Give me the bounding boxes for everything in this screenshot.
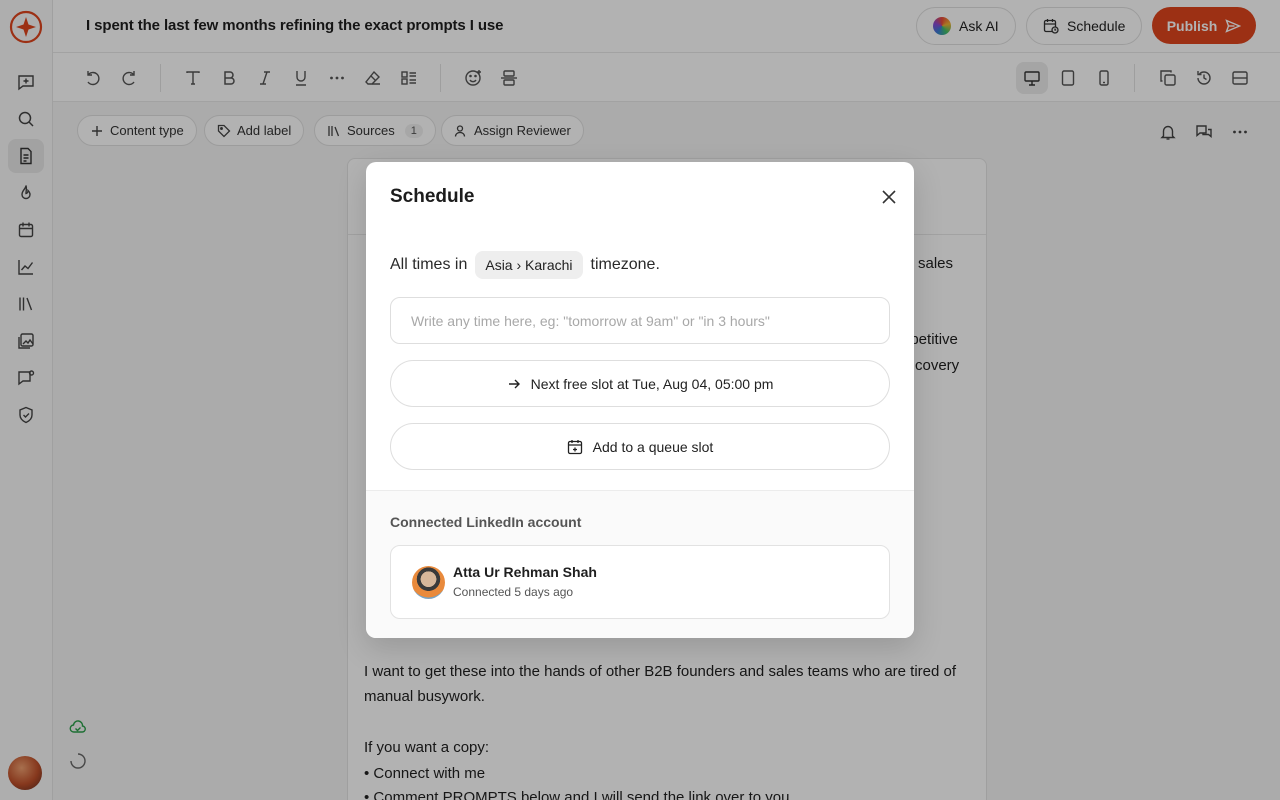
account-name: Atta Ur Rehman Shah xyxy=(453,564,597,580)
calendar-plus-icon xyxy=(567,439,582,454)
add-to-queue-button[interactable]: Add to a queue slot xyxy=(390,423,890,470)
connected-account-section: Connected LinkedIn account Atta Ur Rehma… xyxy=(366,490,914,638)
next-free-slot-button[interactable]: Next free slot at Tue, Aug 04, 05:00 pm xyxy=(390,360,890,407)
schedule-dialog: Schedule All times in Asia › Karachi tim… xyxy=(366,162,914,638)
close-icon[interactable] xyxy=(878,186,900,208)
account-status: Connected 5 days ago xyxy=(453,585,574,599)
timezone-suffix: timezone. xyxy=(590,256,660,273)
add-to-queue-label: Add to a queue slot xyxy=(592,438,714,455)
account-card[interactable]: Atta Ur Rehman Shah Connected 5 days ago xyxy=(390,545,890,619)
timezone-selector[interactable]: Asia › Karachi xyxy=(475,251,583,279)
natural-time-input[interactable] xyxy=(390,297,890,344)
timezone-prefix: All times in xyxy=(390,256,468,273)
dialog-title: Schedule xyxy=(390,186,475,207)
next-free-slot-label: Next free slot at Tue, Aug 04, 05:00 pm xyxy=(530,375,774,392)
connected-account-heading: Connected LinkedIn account xyxy=(390,514,582,530)
arrow-right-icon xyxy=(508,379,520,388)
account-avatar xyxy=(412,566,445,599)
timezone-row: All times in Asia › Karachi timezone. xyxy=(390,251,660,279)
